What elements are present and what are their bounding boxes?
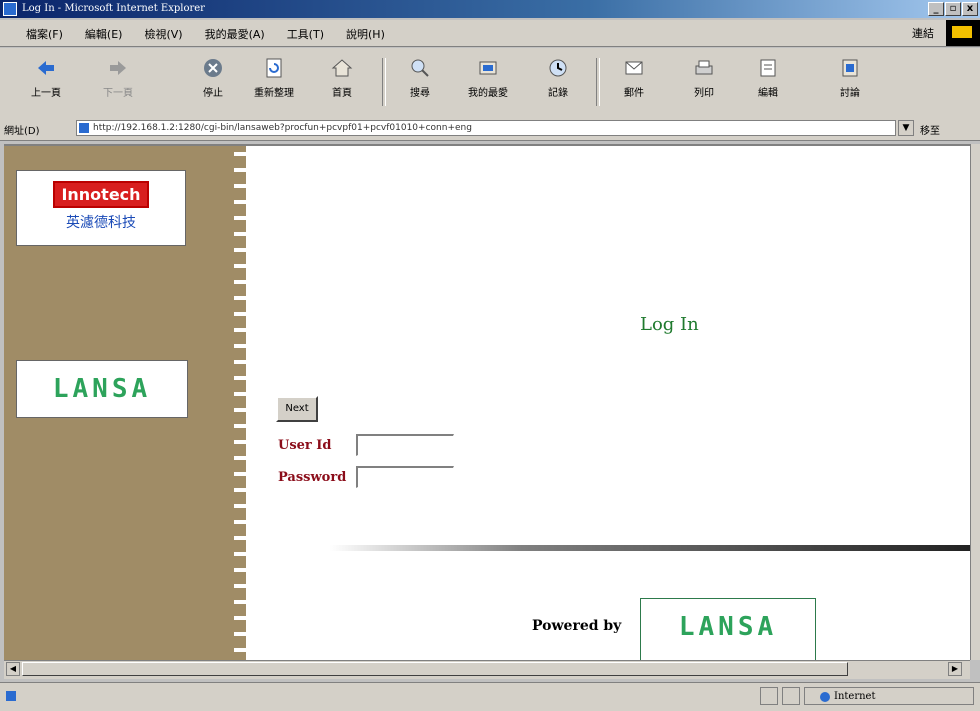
lansa-wordmark-footer: LANSA (678, 612, 778, 642)
scroll-right-button[interactable]: ▶ (948, 662, 962, 676)
back-button[interactable]: 上一頁 (18, 54, 74, 114)
lansa-logo-footer: LANSA (640, 598, 816, 660)
close-button[interactable]: x (962, 2, 978, 16)
address-dropdown-button[interactable]: ▼ (898, 120, 914, 136)
window-controls: _ ▫ x (928, 2, 978, 16)
horizontal-scroll-thumb[interactable] (22, 662, 848, 676)
sidebar-panel: Innotech 英濾德科技 LANSA (4, 146, 246, 660)
user-id-input[interactable] (356, 434, 454, 456)
print-icon (695, 60, 713, 75)
menu-view[interactable]: 檢視(V) (136, 24, 190, 44)
history-button[interactable]: 記錄 (530, 54, 586, 114)
innotech-logo: Innotech 英濾德科技 (16, 170, 186, 246)
back-arrow-icon (38, 61, 54, 75)
lansa-wordmark: LANSA (52, 374, 152, 404)
windows-throbber-logo (946, 20, 980, 46)
refresh-icon (266, 58, 282, 78)
page-status-icon (6, 691, 16, 701)
history-icon (549, 59, 567, 77)
status-panel (782, 687, 800, 705)
home-icon (331, 59, 353, 77)
discuss-button[interactable]: 討論 (822, 54, 878, 114)
vertical-scrollbar[interactable] (970, 144, 980, 660)
status-panel (760, 687, 778, 705)
favorites-button[interactable]: 我的最愛 (460, 54, 516, 114)
edit-button[interactable]: 編輯 (740, 54, 796, 114)
discuss-icon (842, 59, 858, 77)
password-label: Password (278, 470, 347, 485)
menu-file[interactable]: 檔案(F) (18, 24, 71, 44)
password-input[interactable] (356, 466, 454, 488)
window-title: Log In - Microsoft Internet Explorer (22, 3, 205, 14)
address-label: 網址(D) (4, 126, 40, 137)
address-field[interactable]: http://192.168.1.2:1280/cgi-bin/lansaweb… (76, 120, 896, 136)
menu-help[interactable]: 說明(H) (338, 24, 393, 44)
windows-flag-icon (952, 26, 972, 38)
sidebar-torn-edge (234, 146, 246, 660)
lansa-logo-sidebar: LANSA (16, 360, 188, 418)
window-title-bar: Log In - Microsoft Internet Explorer _ ▫… (0, 0, 980, 18)
home-button[interactable]: 首頁 (314, 54, 370, 114)
scroll-left-button[interactable]: ◀ (6, 662, 20, 676)
maximize-button[interactable]: ▫ (945, 2, 961, 16)
favorites-icon (479, 61, 497, 75)
internet-zone-icon (820, 691, 830, 702)
next-button[interactable]: Next (276, 396, 318, 422)
divider-line (330, 545, 970, 551)
menu-favorites[interactable]: 我的最愛(A) (197, 24, 273, 44)
forward-button[interactable]: 下一頁 (90, 54, 146, 114)
menu-tools[interactable]: 工具(T) (279, 24, 332, 44)
status-bar: Internet (0, 682, 980, 711)
minimize-button[interactable]: _ (928, 2, 944, 16)
address-bar: 網址(D) http://192.168.1.2:1280/cgi-bin/la… (0, 118, 980, 141)
mail-button[interactable]: 郵件 (606, 54, 662, 114)
innotech-chinese-name: 英濾德科技 (66, 215, 136, 231)
stop-icon (204, 59, 222, 77)
go-button[interactable]: 移至 (920, 122, 940, 137)
address-url: http://192.168.1.2:1280/cgi-bin/lansaweb… (93, 123, 472, 133)
search-button[interactable]: 搜尋 (392, 54, 448, 114)
menu-items: 檔案(F) 編輯(E) 檢視(V) 我的最愛(A) 工具(T) 說明(H) (18, 24, 393, 44)
security-zone: Internet (820, 691, 875, 702)
user-id-label: User Id (278, 438, 332, 453)
search-icon (411, 59, 429, 77)
page-title: Log In (640, 314, 699, 335)
horizontal-scrollbar[interactable]: ◀ ▶ (4, 660, 970, 679)
forward-arrow-icon (110, 61, 126, 75)
page-icon (79, 123, 89, 133)
standard-toolbar: 上一頁 下一頁 停止 重新整理 首頁 搜尋 我的最愛 記錄 郵件 列印 編輯 討… (0, 48, 980, 119)
menu-bar: 檔案(F) 編輯(E) 檢視(V) 我的最愛(A) 工具(T) 說明(H) 連結 (0, 20, 980, 47)
toolbar-separator (382, 58, 386, 106)
refresh-button[interactable]: 重新整理 (246, 54, 302, 114)
stop-button[interactable]: 停止 (185, 54, 241, 114)
page-content: Innotech 英濾德科技 LANSA Log In Next User Id… (4, 144, 970, 660)
powered-by-text: Powered by (532, 618, 622, 634)
mail-icon (625, 61, 643, 75)
edit-icon (760, 59, 776, 77)
innotech-wordmark: Innotech (53, 181, 149, 208)
menu-edit[interactable]: 編輯(E) (77, 24, 131, 44)
internet-explorer-icon (3, 2, 17, 16)
print-button[interactable]: 列印 (676, 54, 732, 114)
links-button[interactable]: 連結 (906, 24, 940, 42)
toolbar-separator (596, 58, 600, 106)
